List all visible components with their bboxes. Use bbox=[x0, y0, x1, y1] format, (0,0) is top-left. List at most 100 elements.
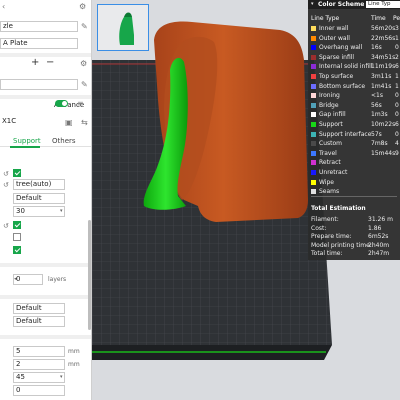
legend-row-percent: 6 bbox=[395, 121, 399, 128]
legend-row-name: Bottom surface bbox=[319, 82, 366, 90]
legend-row[interactable]: Unretract bbox=[311, 169, 399, 177]
support-param-a-input[interactable]: 5 bbox=[13, 346, 65, 357]
support-style-select[interactable]: Default bbox=[13, 193, 65, 204]
legend-row[interactable]: Sparse infill 34m51s 2 bbox=[311, 54, 399, 62]
legend-row-time: 56m20s bbox=[371, 25, 396, 32]
legend-row-time: 1m41s bbox=[371, 82, 392, 90]
legend-row-percent: 0 bbox=[395, 130, 399, 138]
reset-icon[interactable]: ↺ bbox=[3, 222, 9, 230]
list-icon[interactable]: ≡ bbox=[77, 100, 84, 108]
legend-row[interactable]: Outer wall 22m56s 1 bbox=[311, 35, 399, 43]
bottom-z-distance-select[interactable]: Default bbox=[13, 316, 65, 327]
printer-select[interactable]: zle bbox=[0, 21, 78, 32]
unit-label: mm bbox=[68, 348, 80, 355]
legend-row-name: Inner wall bbox=[319, 25, 349, 32]
legend-row-percent: 1 bbox=[395, 82, 399, 90]
estimation-label: Cost: bbox=[311, 224, 327, 232]
settings-panel: ‹ ⚙ zle ✎ A Plate + − ⚙ ✎ Advance ≡ X1C … bbox=[0, 0, 92, 400]
legend-row-name: Top surface bbox=[319, 73, 354, 80]
legend-row[interactable]: Travel 15m44s 9 bbox=[311, 150, 399, 158]
toggle-knob bbox=[62, 101, 67, 106]
legend-row-name: Overhang wall bbox=[319, 44, 363, 52]
legend-row-name: Wipe bbox=[319, 178, 334, 186]
remove-small-overhangs-checkbox[interactable] bbox=[13, 246, 21, 254]
support-type-select[interactable]: tree(auto) bbox=[13, 179, 65, 190]
legend-row-percent: 1 bbox=[395, 34, 399, 42]
col-time: Time bbox=[371, 15, 386, 22]
legend-swatch bbox=[311, 83, 316, 89]
legend-row[interactable]: Top surface 3m11s 1 bbox=[311, 73, 399, 81]
plate-thumbnail[interactable] bbox=[97, 4, 149, 51]
view-type-value: Line Typ bbox=[368, 1, 391, 7]
legend-row[interactable]: Support 10m22s 6 bbox=[311, 121, 399, 129]
save-icon[interactable]: ▣ bbox=[65, 119, 73, 127]
legend-row[interactable]: Seams bbox=[311, 188, 399, 196]
legend-row[interactable]: Internal solid infill 11m19s 6 bbox=[311, 63, 399, 71]
legend-swatch bbox=[311, 112, 316, 118]
legend-row-time: 3m11s bbox=[371, 73, 392, 80]
raft-layers-input[interactable]: 0 bbox=[13, 274, 43, 285]
separator bbox=[0, 335, 91, 339]
legend-row[interactable]: Gap infill 1m3s 0 bbox=[311, 111, 399, 119]
estimation-value: 2h40m bbox=[368, 241, 390, 249]
legend-row-time: 16s bbox=[371, 44, 382, 52]
top-z-distance-select[interactable]: Default bbox=[13, 303, 65, 314]
gear-icon[interactable]: ⚙ bbox=[79, 3, 86, 11]
legend-row-time: 1m3s bbox=[371, 111, 388, 119]
critical-regions-checkbox[interactable] bbox=[13, 233, 21, 241]
legend-row-name: Internal solid infill bbox=[319, 63, 373, 71]
legend-swatch bbox=[311, 35, 316, 41]
panel-scrollbar[interactable] bbox=[88, 220, 91, 330]
chevron-left-icon[interactable]: ‹ bbox=[2, 3, 5, 11]
filament-field[interactable] bbox=[0, 79, 78, 90]
legend-row[interactable]: Wipe bbox=[311, 179, 399, 187]
col-percent: Pe bbox=[393, 15, 400, 22]
reset-icon[interactable]: ↺ bbox=[3, 170, 9, 178]
threshold-angle-input[interactable]: 30 bbox=[13, 206, 65, 217]
legend-row[interactable]: Bridge 56s 0 bbox=[311, 102, 399, 110]
caret-down-icon[interactable]: ▾ bbox=[311, 1, 314, 7]
estimation-value: 2h47m bbox=[368, 250, 390, 257]
add-filament-button[interactable]: + bbox=[31, 58, 39, 68]
enable-support-checkbox[interactable] bbox=[13, 169, 21, 177]
spin-arrows-icon[interactable]: ▾ bbox=[60, 208, 63, 214]
remove-filament-button[interactable]: − bbox=[46, 58, 54, 68]
legend-row[interactable]: Overhang wall 16s 0 bbox=[311, 44, 399, 52]
plate-type-select[interactable]: A Plate bbox=[0, 38, 78, 49]
process-field[interactable]: X1C bbox=[0, 117, 62, 128]
edit-icon[interactable]: ✎ bbox=[81, 23, 88, 31]
legend-row-time: 10m22s bbox=[371, 121, 396, 128]
legend-swatch bbox=[311, 131, 316, 137]
legend-row-time: 22m56s bbox=[371, 34, 396, 42]
legend-row[interactable]: Inner wall 56m20s 3 bbox=[311, 25, 399, 33]
spin-arrows-icon[interactable]: ▾ bbox=[60, 374, 63, 380]
support-param-c-input[interactable]: 45 bbox=[13, 372, 65, 383]
settings-icon[interactable]: ⚙ bbox=[80, 60, 87, 68]
legend-row-percent: 6 bbox=[395, 63, 399, 71]
view-type-select[interactable]: Line Typ bbox=[366, 1, 400, 8]
estimation-value: 31.26 m bbox=[368, 216, 393, 223]
legend-row[interactable]: Retract bbox=[311, 159, 399, 167]
support-param-b-input[interactable]: 2 bbox=[13, 359, 65, 370]
tab-others[interactable]: Others bbox=[52, 137, 76, 145]
legend-row[interactable]: Custom 7m8s 4 bbox=[311, 140, 399, 148]
legend-row[interactable]: Bottom surface 1m41s 1 bbox=[311, 83, 399, 91]
edit-icon[interactable]: ✎ bbox=[81, 81, 88, 89]
tab-support[interactable]: Support bbox=[13, 137, 41, 145]
support-param-d-input[interactable]: 0 bbox=[13, 385, 65, 396]
estimation-label: Model printing time: bbox=[311, 241, 372, 249]
compare-icon[interactable]: ⇆ bbox=[81, 119, 88, 127]
3d-viewport[interactable]: ▾ Color Scheme Line Typ Line Type Time P… bbox=[92, 0, 400, 400]
legend-row-time: 34m51s bbox=[371, 53, 396, 61]
reset-icon[interactable]: ↺ bbox=[3, 181, 9, 189]
legend-swatch bbox=[311, 189, 316, 195]
separator bbox=[0, 263, 91, 267]
legend-row-percent: 3 bbox=[395, 25, 399, 32]
legend-swatch bbox=[311, 122, 316, 127]
spin-arrows-icon[interactable]: ◂ bbox=[14, 276, 17, 282]
on-build-plate-checkbox[interactable] bbox=[13, 221, 21, 229]
legend-row-time: 7m8s bbox=[371, 140, 388, 148]
legend-swatch bbox=[311, 102, 316, 108]
legend-row[interactable]: Support interface 57s 0 bbox=[311, 131, 399, 139]
legend-row[interactable]: Ironing <1s 0 bbox=[311, 92, 399, 100]
